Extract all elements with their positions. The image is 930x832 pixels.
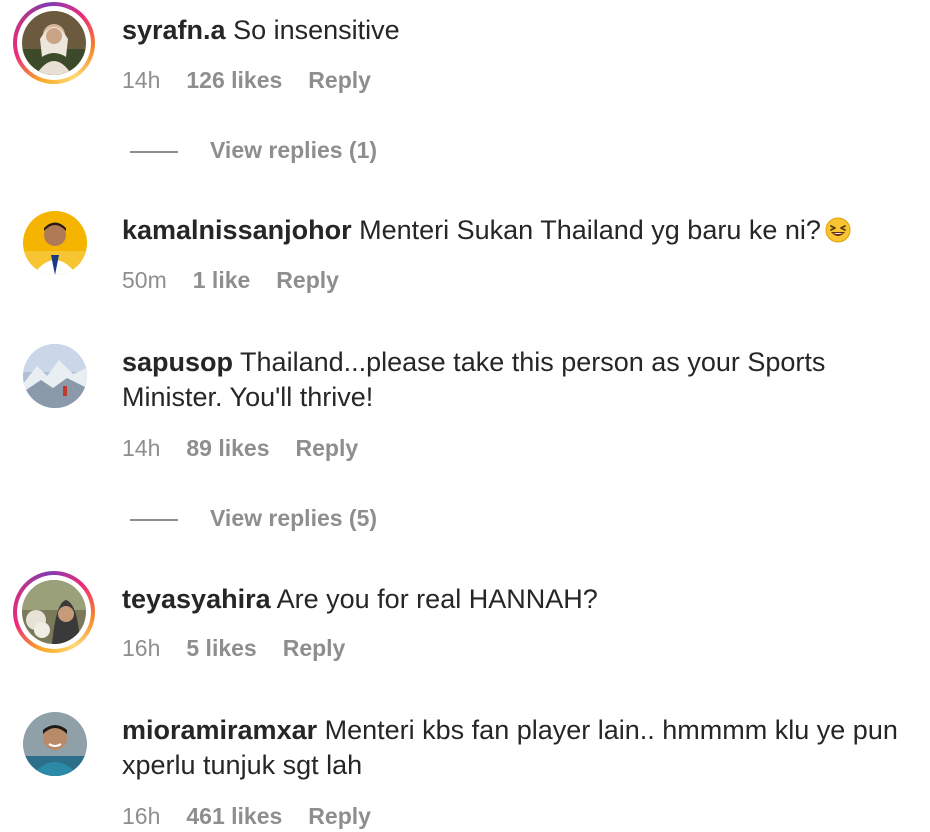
username-link[interactable]: sapusop (122, 347, 233, 377)
comment-text: sapusop Thailand...please take this pers… (122, 345, 912, 415)
divider-line (130, 150, 178, 153)
user-avatar-icon[interactable] (23, 344, 87, 408)
comment-text: teyasyahira Are you for real HANNAH? (122, 582, 912, 617)
comment-body: So insensitive (233, 15, 400, 45)
comment-body: Menteri Sukan Thailand yg baru ke ni? (359, 215, 821, 245)
view-replies-button[interactable]: View replies (1) (130, 137, 377, 164)
reply-button[interactable]: Reply (276, 267, 339, 293)
user-avatar-icon[interactable] (23, 211, 87, 275)
avatar-container[interactable] (13, 702, 95, 784)
comment-text: kamalnissanjohor Menteri Sukan Thailand … (122, 213, 912, 248)
timestamp: 16h (122, 635, 161, 661)
timestamp: 14h (122, 67, 161, 93)
likes-count[interactable]: 1 like (193, 267, 251, 293)
comment-meta: 14h 126 likes Reply (122, 67, 397, 94)
reply-button[interactable]: Reply (296, 435, 359, 461)
username-link[interactable]: teyasyahira (122, 584, 271, 614)
timestamp: 50m (122, 267, 167, 293)
comment-meta: 14h 89 likes Reply (122, 435, 384, 462)
avatar-container[interactable] (13, 201, 95, 283)
laughing-emoji-icon (825, 217, 851, 243)
user-avatar-icon[interactable] (22, 11, 86, 75)
likes-count[interactable]: 89 likes (186, 435, 269, 461)
comment-text: syrafn.a So insensitive (122, 13, 912, 48)
username-link[interactable]: kamalnissanjohor (122, 215, 352, 245)
likes-count[interactable]: 461 likes (186, 803, 282, 829)
view-replies-label: View replies (5) (210, 505, 378, 531)
comment-text: mioramiramxar Menteri kbs fan player lai… (122, 713, 912, 783)
story-ring[interactable] (13, 2, 95, 84)
comment-meta: 16h 5 likes Reply (122, 635, 371, 662)
comment-body: Are you for real HANNAH? (276, 584, 598, 614)
comment-meta: 16h 461 likes Reply (122, 803, 397, 830)
username-link[interactable]: syrafn.a (122, 15, 226, 45)
timestamp: 16h (122, 803, 161, 829)
timestamp: 14h (122, 435, 161, 461)
view-replies-label: View replies (1) (210, 137, 378, 163)
user-avatar-icon[interactable] (22, 580, 86, 644)
comment-meta: 50m 1 like Reply (122, 267, 365, 294)
reply-button[interactable]: Reply (308, 803, 371, 829)
likes-count[interactable]: 126 likes (186, 67, 282, 93)
divider-line (130, 518, 178, 521)
likes-count[interactable]: 5 likes (186, 635, 256, 661)
reply-button[interactable]: Reply (283, 635, 346, 661)
avatar-container[interactable] (13, 334, 95, 416)
username-link[interactable]: mioramiramxar (122, 715, 317, 745)
story-ring[interactable] (13, 571, 95, 653)
user-avatar-icon[interactable] (23, 712, 87, 776)
view-replies-button[interactable]: View replies (5) (130, 505, 377, 532)
reply-button[interactable]: Reply (308, 67, 371, 93)
